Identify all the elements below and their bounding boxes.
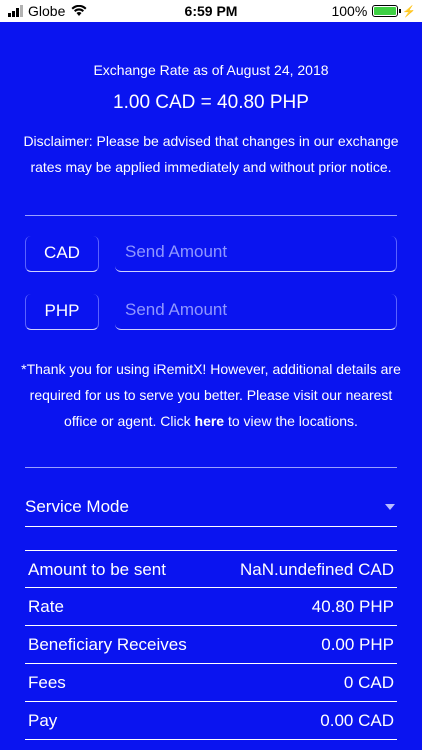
status-right: 100% ⚡ bbox=[331, 3, 416, 19]
summary-label: Rate bbox=[28, 597, 64, 616]
divider bbox=[25, 215, 397, 216]
additional-details-notice: *Thank you for using iRemitX! However, a… bbox=[20, 356, 402, 434]
battery-fill bbox=[374, 7, 397, 15]
send-currency-button[interactable]: CAD bbox=[25, 236, 99, 272]
send-amount-field bbox=[115, 236, 397, 272]
summary-label: Pay bbox=[28, 711, 58, 730]
summary-label: Amount to be sent bbox=[28, 560, 166, 579]
dropdown-caret-icon bbox=[385, 504, 395, 510]
divider bbox=[25, 467, 397, 468]
receive-amount-input[interactable] bbox=[115, 294, 385, 326]
summary-value: 0.00 PHP bbox=[321, 635, 394, 654]
summary-value: 0.00 CAD bbox=[320, 711, 394, 730]
summary-value: 40.80 PHP bbox=[311, 597, 394, 616]
summary-row: Fees 0 CAD bbox=[25, 664, 397, 702]
service-mode-label: Service Mode bbox=[25, 497, 129, 516]
summary-label: Fees bbox=[28, 673, 66, 692]
status-bar: Globe 6:59 PM 100% ⚡ bbox=[0, 0, 422, 22]
summary-value: NaN.undefined CAD bbox=[239, 560, 394, 579]
summary-row: Beneficiary Receives 0.00 PHP bbox=[25, 626, 397, 664]
summary-label: Beneficiary Receives bbox=[28, 635, 187, 654]
battery-percent: 100% bbox=[331, 3, 368, 19]
exchange-rate-value: 1.00 CAD = 40.80 PHP bbox=[113, 92, 309, 113]
service-mode-select[interactable]: Service Mode bbox=[25, 497, 397, 527]
transaction-summary: Amount to be sent NaN.undefined CAD Rate… bbox=[25, 550, 397, 740]
exchange-rate-date: Exchange Rate as of August 24, 2018 bbox=[93, 62, 329, 78]
disclaimer-text: Disclaimer: Please be advised that chang… bbox=[23, 133, 399, 175]
receive-currency-button[interactable]: PHP bbox=[25, 294, 99, 330]
charging-bolt-icon: ⚡ bbox=[402, 5, 416, 18]
summary-row: Amount to be sent NaN.undefined CAD bbox=[25, 550, 397, 588]
summary-row: Rate 40.80 PHP bbox=[25, 588, 397, 626]
summary-value: 0 CAD bbox=[343, 673, 394, 692]
send-amount-input[interactable] bbox=[115, 236, 385, 268]
summary-row: Pay 0.00 CAD bbox=[25, 702, 397, 740]
receive-amount-field bbox=[115, 294, 397, 330]
battery-icon bbox=[372, 5, 402, 17]
locations-link[interactable]: here bbox=[195, 413, 225, 429]
notice-text-end: to view the locations. bbox=[224, 413, 358, 429]
